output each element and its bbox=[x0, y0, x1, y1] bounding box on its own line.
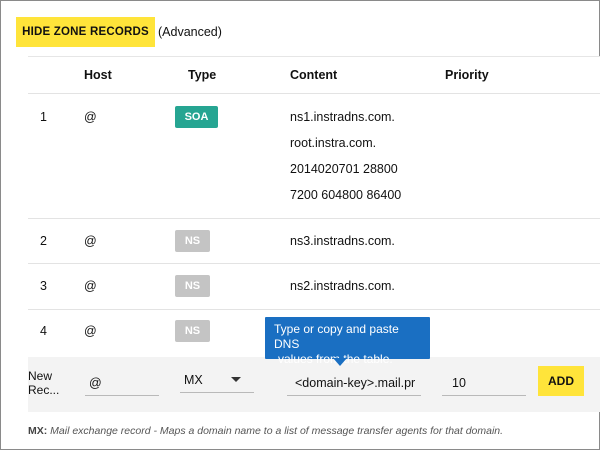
row-separator bbox=[28, 218, 600, 219]
row-host: @ bbox=[84, 234, 97, 248]
row-content-line: 2014020701 28800 bbox=[290, 162, 398, 176]
row-index: 4 bbox=[40, 324, 47, 338]
row-separator bbox=[28, 263, 600, 264]
new-record-host-input[interactable]: @ bbox=[85, 370, 159, 396]
new-record-label-line2: Rec... bbox=[28, 383, 60, 397]
type-badge-ns: NS bbox=[175, 275, 210, 297]
row-index: 2 bbox=[40, 234, 47, 248]
row-host: @ bbox=[84, 110, 97, 124]
column-header-type: Type bbox=[188, 68, 217, 82]
column-header-content: Content bbox=[290, 68, 338, 82]
new-record-label: New Rec... bbox=[28, 369, 59, 397]
row-content-line: ns1.instradns.com. bbox=[290, 110, 395, 124]
footnote-description: Mail exchange record - Maps a domain nam… bbox=[50, 425, 504, 437]
row-separator bbox=[28, 309, 600, 310]
row-separator bbox=[28, 93, 600, 94]
row-index: 1 bbox=[40, 110, 47, 124]
row-content-line: ns2.instradns.com. bbox=[290, 279, 395, 293]
footnote: MX: Mail exchange record - Maps a domain… bbox=[28, 425, 503, 437]
column-header-priority: Priority bbox=[445, 68, 489, 82]
type-badge-ns: NS bbox=[175, 230, 210, 252]
footnote-term: MX: bbox=[28, 425, 48, 437]
tooltip-text-line1: Type or copy and paste DNS bbox=[274, 322, 399, 351]
row-content-line: root.instra.com. bbox=[290, 136, 377, 150]
add-record-button[interactable]: ADD bbox=[538, 366, 584, 396]
new-record-content-input[interactable]: <domain-key>.mail.pr bbox=[287, 370, 421, 396]
row-host: @ bbox=[84, 324, 97, 338]
hide-zone-records-button[interactable]: HIDE ZONE RECORDS bbox=[16, 17, 155, 47]
column-header-host: Host bbox=[84, 68, 112, 82]
advanced-label: (Advanced) bbox=[158, 25, 222, 39]
chevron-down-icon[interactable] bbox=[231, 377, 241, 382]
new-record-type-select[interactable]: MX bbox=[180, 367, 254, 393]
new-record-label-line1: New bbox=[28, 369, 53, 383]
type-badge-soa: SOA bbox=[175, 106, 218, 128]
new-record-priority-input[interactable]: 10 bbox=[442, 370, 526, 396]
row-content-line: ns3.instradns.com. bbox=[290, 234, 395, 248]
row-index: 3 bbox=[40, 279, 47, 293]
type-badge-ns: NS bbox=[175, 320, 210, 342]
row-content-line: 7200 604800 86400 bbox=[290, 188, 402, 202]
tooltip-arrow bbox=[333, 358, 347, 366]
dns-paste-tooltip: Type or copy and paste DNS values from t… bbox=[265, 317, 430, 366]
row-host: @ bbox=[84, 279, 97, 293]
